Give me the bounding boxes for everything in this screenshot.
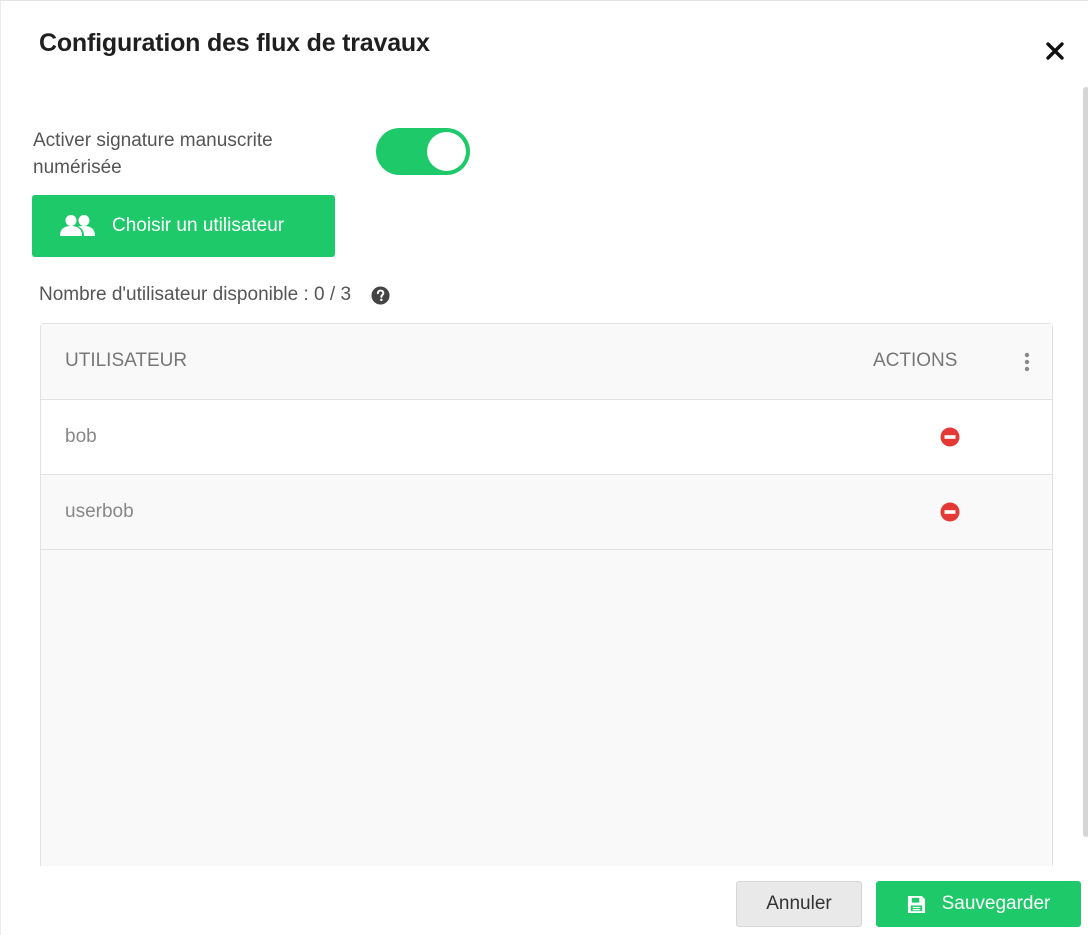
save-button[interactable]: Sauvegarder — [876, 881, 1081, 927]
dialog-footer: Annuler Sauvegarder — [1, 866, 1088, 935]
scrollbar[interactable] — [1083, 87, 1088, 837]
remove-icon[interactable] — [940, 502, 960, 522]
cancel-button[interactable]: Annuler — [736, 881, 862, 927]
table-row: userbob — [41, 475, 1052, 550]
help-circle-icon[interactable] — [371, 285, 390, 305]
column-header-user: UTILISATEUR — [65, 350, 188, 371]
choose-user-label: Choisir un utilisateur — [112, 215, 285, 236]
table-header: UTILISATEUR ACTIONS — [41, 324, 1052, 400]
user-cell: userbob — [65, 501, 134, 522]
available-users-info: Nombre d'utilisateur disponible : 0 / 3 — [39, 284, 390, 306]
choose-user-button[interactable]: Choisir un utilisateur — [32, 195, 335, 257]
remove-icon[interactable] — [940, 427, 960, 447]
workflow-config-dialog: Configuration des flux de travaux Active… — [0, 0, 1088, 935]
users-icon — [60, 215, 95, 236]
user-cell: bob — [65, 426, 97, 447]
close-icon[interactable] — [1041, 37, 1069, 65]
table-row: bob — [41, 400, 1052, 475]
signature-toggle[interactable] — [376, 128, 470, 175]
signature-toggle-label: Activer signature manuscrite numérisée — [33, 130, 273, 178]
available-users-text: Nombre d'utilisateur disponible : 0 / 3 — [39, 284, 352, 305]
floppy-disk-icon — [907, 895, 925, 913]
kebab-menu-icon[interactable] — [1021, 351, 1033, 373]
column-header-actions: ACTIONS — [873, 350, 958, 371]
save-label: Sauvegarder — [941, 893, 1051, 914]
users-table: UTILISATEUR ACTIONS bob userbob — [40, 323, 1053, 883]
toggle-knob — [427, 132, 466, 171]
dialog-title: Configuration des flux de travaux — [39, 29, 430, 57]
